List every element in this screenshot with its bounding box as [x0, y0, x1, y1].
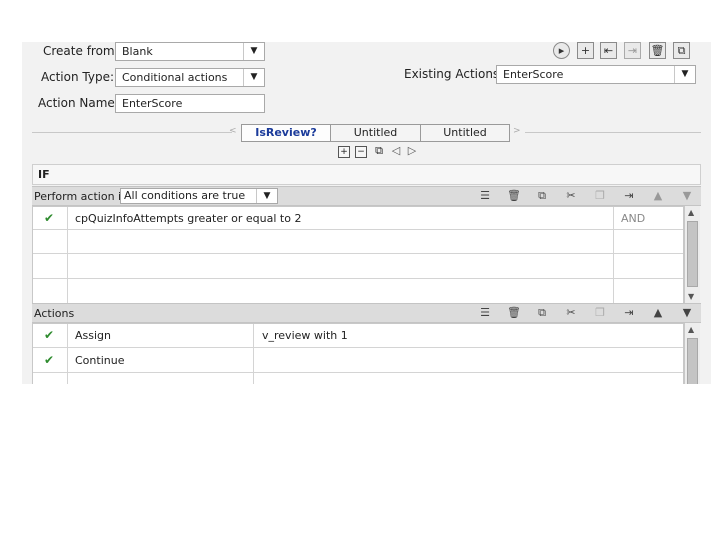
- tab-separator-left: [32, 132, 232, 133]
- add-icon[interactable]: +: [577, 42, 594, 59]
- actions-table: ✔ Assign v_review with 1 ✔ Continue: [32, 323, 684, 384]
- existing-actions-dropdown[interactable]: EnterScore ▼: [496, 65, 696, 84]
- scroll-down-icon[interactable]: ▼: [688, 292, 694, 301]
- insert-row-icon[interactable]: ☰: [477, 306, 493, 320]
- action-name: Assign: [75, 329, 111, 342]
- checkmark-icon[interactable]: ✔: [44, 353, 54, 367]
- tab-untitled-2[interactable]: Untitled: [420, 124, 510, 142]
- table-row[interactable]: ✔ Assign v_review with 1: [33, 324, 683, 348]
- copy-tab-icon[interactable]: ⧉: [373, 145, 385, 158]
- actions-toolbar: Actions ☰ 🗑 ⧉ ✂ ❐ ⇥ ▲ ▼: [32, 303, 701, 323]
- condition-operator: AND: [621, 212, 646, 225]
- move-up-icon[interactable]: ▲: [650, 306, 666, 320]
- add-tab-icon[interactable]: +: [338, 146, 350, 158]
- action-target: v_review with 1: [262, 329, 348, 342]
- insert-row-icon[interactable]: ☰: [477, 189, 493, 203]
- existing-actions-label: Existing Actions:: [404, 67, 504, 81]
- delete-row-icon[interactable]: 🗑: [506, 306, 522, 320]
- table-row[interactable]: [33, 373, 683, 384]
- create-from-value: Blank: [122, 45, 153, 58]
- scroll-up-icon[interactable]: ▲: [688, 208, 694, 217]
- next-tab-icon[interactable]: ▷: [406, 145, 418, 158]
- chevron-down-icon[interactable]: ▼: [243, 43, 264, 60]
- if-label: IF: [38, 168, 50, 181]
- action-name-label: Action Name:: [38, 96, 119, 110]
- action-name-input[interactable]: EnterScore: [115, 94, 265, 113]
- table-row[interactable]: [33, 279, 683, 304]
- chevron-down-icon[interactable]: ▼: [243, 69, 264, 86]
- action-type-label: Action Type:: [41, 70, 115, 84]
- indent-row-icon[interactable]: ⇥: [621, 189, 637, 203]
- copy-row-icon[interactable]: ⧉: [534, 189, 550, 203]
- move-down-icon[interactable]: ▼: [679, 306, 695, 320]
- condition-toolbar: Perform action if: All conditions are tr…: [32, 186, 701, 206]
- perform-action-label: Perform action if:: [34, 190, 129, 203]
- conditions-scrollbar[interactable]: ▲ ▼: [684, 206, 700, 304]
- checkmark-icon[interactable]: ✔: [44, 328, 54, 342]
- table-row[interactable]: ✔ cpQuizInfoAttempts greater or equal to…: [33, 207, 683, 230]
- actions-label: Actions: [34, 307, 75, 320]
- checkmark-icon[interactable]: ✔: [44, 211, 54, 225]
- move-up-icon[interactable]: ▲: [650, 189, 666, 203]
- condition-text: cpQuizInfoAttempts greater or equal to 2: [75, 212, 302, 225]
- action-name-value: EnterScore: [122, 97, 183, 110]
- scroll-up-icon[interactable]: ▲: [688, 325, 694, 334]
- duplicate-icon[interactable]: ⧉: [673, 42, 690, 59]
- tab-untitled-1[interactable]: Untitled: [330, 124, 421, 142]
- cut-row-icon[interactable]: ✂: [563, 189, 579, 203]
- perform-condition-dropdown[interactable]: All conditions are true ▼: [120, 188, 278, 204]
- tab-isreview[interactable]: IsReview?: [241, 124, 331, 142]
- perform-condition-value: All conditions are true: [124, 189, 246, 202]
- scroll-thumb[interactable]: [687, 221, 698, 287]
- cut-row-icon[interactable]: ✂: [563, 306, 579, 320]
- conditions-table: ✔ cpQuizInfoAttempts greater or equal to…: [32, 206, 684, 304]
- action-type-value: Conditional actions: [122, 71, 228, 84]
- play-icon[interactable]: ▸: [553, 42, 570, 59]
- actions-scrollbar[interactable]: ▲: [684, 323, 700, 384]
- remove-tab-icon[interactable]: −: [355, 146, 367, 158]
- table-row[interactable]: ✔ Continue: [33, 348, 683, 373]
- indent-row-icon[interactable]: ⇥: [621, 306, 637, 320]
- paste-row-icon[interactable]: ❐: [592, 306, 608, 320]
- create-from-label: Create from:: [43, 44, 119, 58]
- chevron-down-icon[interactable]: ▼: [674, 66, 695, 83]
- tab-scroll-left-icon[interactable]: <: [229, 126, 237, 136]
- scroll-thumb[interactable]: [687, 338, 698, 384]
- prev-tab-icon[interactable]: ◁: [390, 145, 402, 158]
- table-row[interactable]: [33, 254, 683, 279]
- create-from-dropdown[interactable]: Blank ▼: [115, 42, 265, 61]
- delete-row-icon[interactable]: 🗑: [506, 189, 522, 203]
- chevron-down-icon[interactable]: ▼: [256, 189, 277, 203]
- move-down-icon[interactable]: ▼: [679, 189, 695, 203]
- delete-icon[interactable]: 🗑: [649, 42, 666, 59]
- tab-separator-right: [525, 132, 701, 133]
- import-icon[interactable]: ⇤: [600, 42, 617, 59]
- tab-scroll-right-icon[interactable]: >: [513, 126, 521, 136]
- table-row[interactable]: [33, 230, 683, 254]
- existing-actions-value: EnterScore: [503, 68, 564, 81]
- advanced-actions-panel: Create from: Blank ▼ Action Type: Condit…: [22, 42, 711, 384]
- paste-row-icon[interactable]: ❐: [592, 189, 608, 203]
- action-type-dropdown[interactable]: Conditional actions ▼: [115, 68, 265, 87]
- copy-row-icon[interactable]: ⧉: [534, 306, 550, 320]
- export-icon[interactable]: ⇥: [624, 42, 641, 59]
- action-name: Continue: [75, 354, 125, 367]
- if-header: IF: [32, 164, 701, 185]
